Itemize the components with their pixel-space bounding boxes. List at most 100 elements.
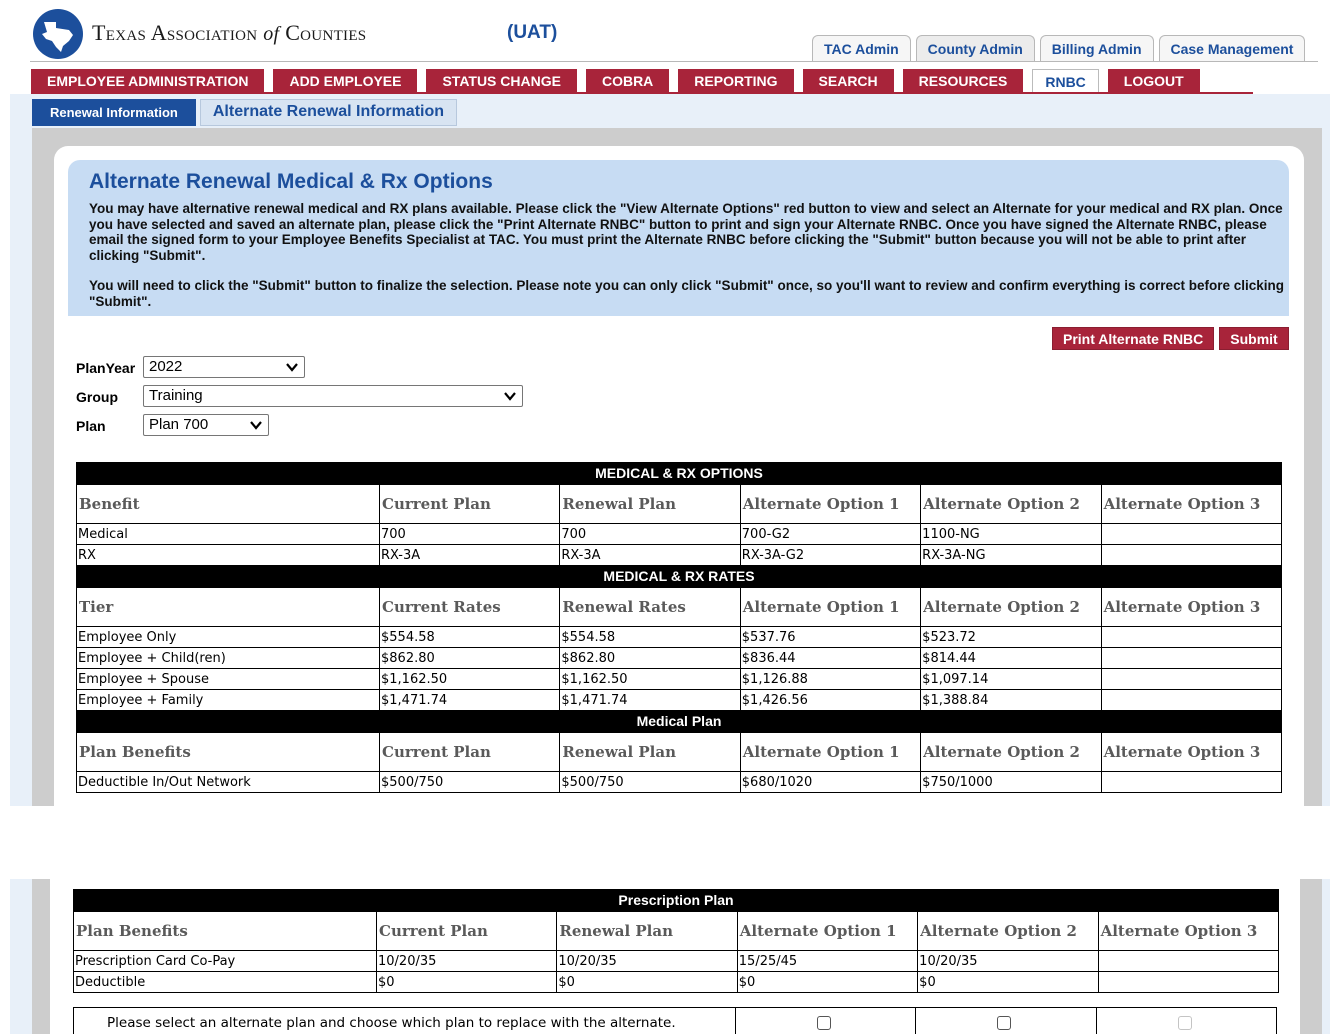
tab-billing-admin[interactable]: Billing Admin <box>1039 35 1154 62</box>
plan-year-select[interactable]: 2022 <box>143 356 305 378</box>
nav-cobra[interactable]: COBRA <box>585 69 670 93</box>
info-instructions: You may have alternative renewal medical… <box>89 201 1283 263</box>
nav-resources[interactable]: RESOURCES <box>902 69 1024 93</box>
column-header: Alternate Option 1 <box>739 587 922 627</box>
table-cell: 1100-NG <box>920 523 1102 545</box>
org-name: Texas Association of Counties <box>92 20 366 46</box>
section-header: Medical Plan <box>76 710 1282 733</box>
column-header: Alternate Option 2 <box>917 911 1099 951</box>
table-cell: $500/750 <box>559 771 741 793</box>
alternate-option-1-cell <box>736 1007 917 1034</box>
nav-search[interactable]: SEARCH <box>802 69 894 93</box>
table-cell: $1,162.50 <box>559 668 741 690</box>
prescription-table: Prescription Plan Plan Benefits Current … <box>73 889 1279 993</box>
tab-tac-admin[interactable]: TAC Admin <box>812 35 911 62</box>
column-header: Alternate Option 1 <box>739 732 922 772</box>
header-row: Plan Benefits Current Plan Renewal Plan … <box>73 911 1279 951</box>
table-cell: $554.58 <box>378 626 561 648</box>
table-cell: Medical <box>76 523 380 545</box>
subtab-alternate-renewal-information[interactable]: Alternate Renewal Information <box>199 99 458 126</box>
tab-case-management[interactable]: Case Management <box>1158 35 1306 62</box>
column-header: Plan Benefits <box>76 732 380 772</box>
column-header: Current Plan <box>378 732 561 772</box>
nav-employee-administration[interactable]: EMPLOYEE ADMINISTRATION <box>31 69 265 93</box>
plan-select[interactable]: Plan 700 <box>143 414 269 436</box>
chevron-down-icon <box>504 392 516 401</box>
nav-status-change[interactable]: STATUS CHANGE <box>426 69 577 93</box>
column-header: Renewal Plan <box>559 484 741 524</box>
table-cell <box>1100 523 1283 545</box>
header-row: Tier Current Rates Renewal Rates Alterna… <box>76 587 1283 627</box>
group-select[interactable]: Training <box>143 385 523 407</box>
tac-logo <box>32 8 84 60</box>
table-cell: Employee Only <box>76 626 380 648</box>
table-row: Deductible $0 $0 $0 $0 <box>73 971 1279 993</box>
section-title: Prescription Plan <box>73 889 1279 912</box>
info-panel: Alternate Renewal Medical & Rx Options Y… <box>68 160 1289 316</box>
table-cell: 10/20/35 <box>556 950 738 972</box>
column-header: Current Plan <box>378 484 561 524</box>
table-cell: $814.44 <box>920 647 1102 669</box>
column-header: Alternate Option 3 <box>1097 911 1279 951</box>
nav-logout[interactable]: LOGOUT <box>1107 69 1200 93</box>
table-cell <box>1097 950 1279 972</box>
column-header: Alternate Option 1 <box>739 484 922 524</box>
section-header: MEDICAL & RX RATES <box>76 565 1282 588</box>
column-header: Alternate Option 3 <box>1100 587 1283 627</box>
page-title: Alternate Renewal Medical & Rx Options <box>89 170 493 193</box>
plan-year-label: PlanYear <box>76 360 136 376</box>
table-cell: 10/20/35 <box>917 950 1099 972</box>
nav-reporting[interactable]: REPORTING <box>678 69 794 93</box>
column-header: Alternate Option 2 <box>920 484 1102 524</box>
plan-year-value: 2022 <box>149 358 183 375</box>
chevron-down-icon <box>250 421 262 430</box>
table-cell <box>1100 544 1283 566</box>
table-cell <box>1100 771 1283 793</box>
alternate-option-2-cell <box>916 1007 1097 1034</box>
table-row: Employee Only $554.58 $554.58 $537.76 $5… <box>76 626 1283 648</box>
table-row: Deductible In/Out Network $500/750 $500/… <box>76 771 1283 793</box>
table-cell: $500/750 <box>378 771 561 793</box>
submit-button[interactable]: Submit <box>1219 327 1289 350</box>
column-header: Renewal Rates <box>559 587 741 627</box>
tab-county-admin[interactable]: County Admin <box>915 35 1035 62</box>
column-header: Current Rates <box>378 587 561 627</box>
plan-label: Plan <box>76 418 106 434</box>
table-cell: RX-3A-NG <box>920 544 1102 566</box>
column-header: Current Plan <box>375 911 558 951</box>
table-row: Prescription Card Co-Pay 10/20/35 10/20/… <box>73 950 1279 972</box>
table-cell: $537.76 <box>739 626 922 648</box>
table-cell: RX-3A-G2 <box>739 544 922 566</box>
alternate-selection-row: Please select an alternate plan and choo… <box>73 1007 1278 1034</box>
table-cell <box>1100 668 1283 690</box>
table-cell: 700-G2 <box>739 523 922 545</box>
table-cell: $0 <box>375 971 558 993</box>
main-nav: EMPLOYEE ADMINISTRATION ADD EMPLOYEE STA… <box>31 69 1209 93</box>
action-buttons: Print Alternate RNBC Submit <box>1047 327 1289 350</box>
table-cell: $680/1020 <box>739 771 922 793</box>
table-cell: $750/1000 <box>920 771 1102 793</box>
nav-add-employee[interactable]: ADD EMPLOYEE <box>273 69 418 93</box>
table-cell <box>1100 647 1283 669</box>
alternate-option-2-checkbox[interactable] <box>997 1016 1012 1030</box>
environment-badge: (UAT) <box>507 22 558 43</box>
table-cell: 700 <box>378 523 561 545</box>
column-header: Alternate Option 2 <box>920 587 1102 627</box>
header-row: Plan Benefits Current Plan Renewal Plan … <box>76 732 1283 772</box>
table-cell: $1,471.74 <box>378 689 561 711</box>
nav-rnbc[interactable]: RNBC <box>1032 69 1099 93</box>
alternate-option-1-checkbox[interactable] <box>817 1016 831 1030</box>
column-header: Renewal Plan <box>559 732 741 772</box>
table-cell: $1,162.50 <box>378 668 561 690</box>
admin-tabs: TAC Admin County Admin Billing Admin Cas… <box>812 35 1310 62</box>
table-cell: $1,388.84 <box>920 689 1102 711</box>
table-cell: $554.58 <box>559 626 741 648</box>
print-alternate-rnbc-button[interactable]: Print Alternate RNBC <box>1052 327 1215 350</box>
table-cell: RX-3A <box>378 544 561 566</box>
table-row: Employee + Spouse $1,162.50 $1,162.50 $1… <box>76 668 1283 690</box>
column-header: Tier <box>76 587 380 627</box>
table-cell: $1,097.14 <box>920 668 1102 690</box>
subtab-renewal-information[interactable]: Renewal Information <box>32 99 196 126</box>
header-row: Benefit Current Plan Renewal Plan Altern… <box>76 484 1283 524</box>
table-cell: $523.72 <box>920 626 1102 648</box>
